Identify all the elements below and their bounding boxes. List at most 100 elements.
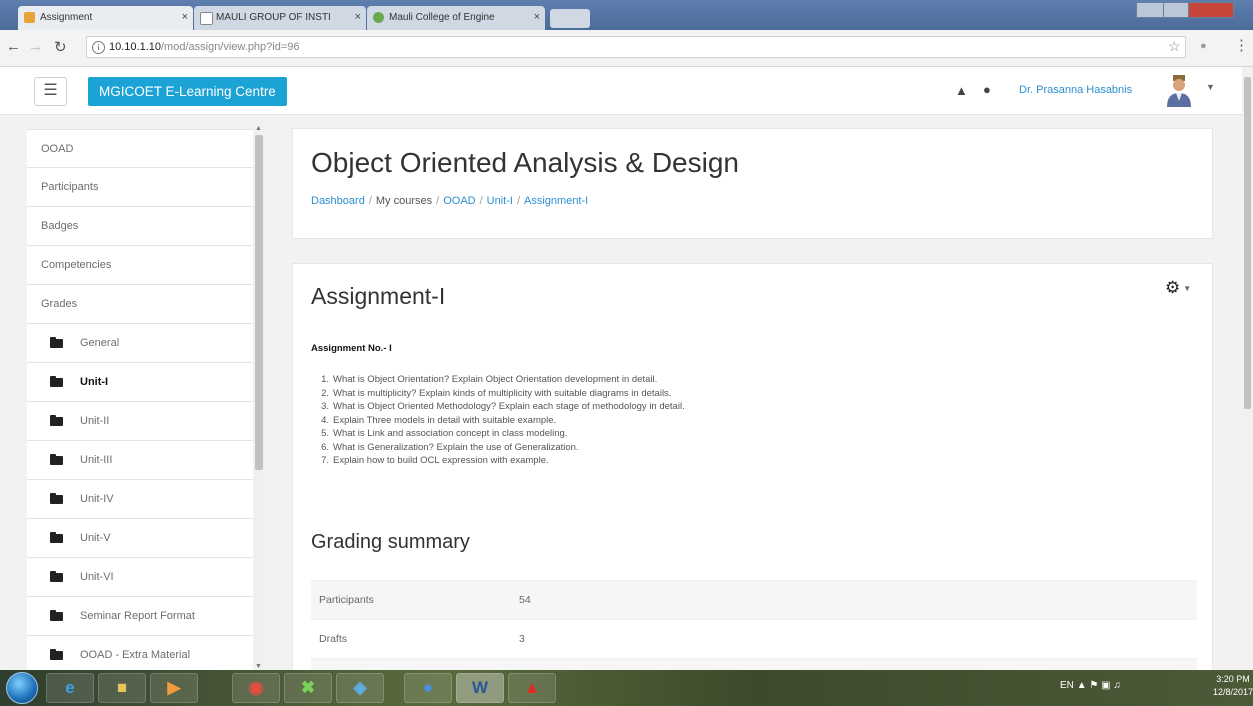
drawer-item-label: General: [80, 337, 120, 349]
table-cell-value: 54: [519, 580, 1197, 620]
drawer-item-unit-ii[interactable]: Unit-II: [27, 402, 260, 441]
user-avatar[interactable]: [1163, 73, 1195, 107]
question-number: 7.: [321, 455, 329, 466]
question-text: What is Object Orientation? Explain Obje…: [333, 374, 658, 385]
start-button[interactable]: [6, 672, 38, 704]
chrome-icon[interactable]: ◉: [232, 673, 280, 703]
new-tab-button[interactable]: [550, 9, 590, 28]
messages-chat-icon[interactable]: ●: [983, 82, 991, 97]
drawer-toggle-button[interactable]: ☰: [34, 77, 67, 106]
drawer-item-seminar-report-format[interactable]: Seminar Report Format: [27, 597, 260, 636]
drawer-item-grades[interactable]: Grades: [27, 285, 260, 324]
site-info-icon[interactable]: i: [92, 41, 105, 54]
word-icon[interactable]: W: [456, 673, 504, 703]
close-tab-icon[interactable]: ×: [355, 11, 361, 23]
internet-explorer-icon[interactable]: e: [46, 673, 94, 703]
drawer-scroll-thumb[interactable]: [255, 135, 263, 470]
drawer-item-participants[interactable]: Participants: [27, 168, 260, 207]
breadcrumb-assignment-i[interactable]: Assignment-I: [524, 195, 588, 207]
folder-icon: [50, 532, 63, 543]
drawer-item-ooad[interactable]: OOAD: [27, 129, 260, 168]
close-window-icon[interactable]: [1188, 2, 1234, 18]
flag-icon[interactable]: ⚑: [1089, 680, 1098, 691]
app-icon[interactable]: ✖: [284, 673, 332, 703]
system-tray: EN ▲ ⚑ ▣ ♫: [1060, 680, 1121, 691]
breadcrumb: Dashboard / My courses / OOAD / Unit-I / Assignm…: [311, 195, 588, 207]
drawer-item-unit-iii[interactable]: Unit-III: [27, 441, 260, 480]
folder-icon: [50, 376, 63, 387]
clock-date: 12/8/2017: [1213, 687, 1253, 697]
system-clock[interactable]: 3:20 PM 12/8/2017: [1213, 673, 1253, 699]
drawer-item-label: Participants: [41, 181, 99, 193]
media-player-icon[interactable]: ▶: [150, 673, 198, 703]
user-menu-caret-icon[interactable]: ▼: [1206, 82, 1215, 92]
drawer-item-label: Unit-V: [80, 532, 111, 544]
maximize-icon[interactable]: [1163, 2, 1189, 18]
network-icon[interactable]: ▣: [1101, 680, 1110, 691]
file-explorer-icon[interactable]: ■: [98, 673, 146, 703]
question-text: Explain Three models in detail with suit…: [333, 414, 557, 426]
folder-icon: [50, 493, 63, 504]
browser-menu-icon[interactable]: ⋮: [1234, 36, 1249, 54]
drawer-item-label: Competencies: [41, 259, 112, 271]
back-arrow-icon[interactable]: ←: [6, 38, 21, 55]
drawer-scrollbar[interactable]: ▲ ▼: [253, 125, 265, 673]
windows-taskbar: e ■ ▶ ◉ ✖ ◈ ● W ▲ EN ▲ ⚑ ▣ ♫ 3:20 PM 12/…: [0, 670, 1253, 706]
chevron-down-icon: ▼: [1183, 284, 1192, 294]
drawer-item-label: Unit-III: [80, 454, 113, 466]
drawer-item-unit-i[interactable]: Unit-I: [27, 363, 260, 402]
table-cell-label: Participants: [311, 580, 519, 620]
drawer-item-unit-v[interactable]: Unit-V: [27, 519, 260, 558]
drawer-item-unit-vi[interactable]: Unit-VI: [27, 558, 260, 597]
site-navbar: ☰ MGICOET E-Learning Centre ▲ ● Dr. Pras…: [0, 67, 1242, 115]
bookmark-star-icon[interactable]: ☆: [1168, 38, 1181, 55]
browser-tab-mauli-college[interactable]: Mauli College of Engine ×: [367, 6, 545, 30]
folder-icon: [50, 454, 63, 465]
extension-icon[interactable]: ●: [1200, 40, 1207, 52]
reload-icon[interactable]: ↻: [54, 38, 67, 56]
site-brand-link[interactable]: MGICOET E-Learning Centre: [88, 77, 287, 106]
page-scroll-thumb[interactable]: [1244, 77, 1251, 409]
actions-menu-button[interactable]: ⚙ ▼: [1165, 278, 1191, 298]
tray-arrow-icon[interactable]: ▲: [1077, 680, 1087, 691]
browser-toolbar: ← → ↻ i 10.10.1.10/mod/assign/view.php?i…: [0, 30, 1253, 67]
breadcrumb-dashboard[interactable]: Dashboard: [311, 195, 365, 207]
forward-arrow-icon[interactable]: →: [28, 38, 43, 55]
scroll-down-icon[interactable]: ▼: [255, 663, 262, 670]
table-row: Participants 54: [311, 580, 1197, 620]
volume-icon[interactable]: ♫: [1113, 680, 1121, 691]
folder-icon: [50, 649, 63, 660]
breadcrumb-ooad[interactable]: OOAD: [443, 195, 475, 207]
drawer-item-label: Badges: [41, 220, 79, 232]
drawer-item-badges[interactable]: Badges: [27, 207, 260, 246]
close-tab-icon[interactable]: ×: [534, 11, 540, 23]
browser-tab-assignment[interactable]: Assignment ×: [18, 6, 193, 30]
drawer-item-label: Unit-II: [80, 415, 110, 427]
drawer-item-label: OOAD: [41, 143, 74, 155]
table-row: Drafts 3: [311, 619, 1197, 659]
drawer-item-general[interactable]: General: [27, 324, 260, 363]
minimize-icon[interactable]: [1136, 2, 1164, 18]
college-favicon-icon: [373, 12, 384, 23]
address-bar[interactable]: i 10.10.1.10/mod/assign/view.php?id=96: [86, 36, 1186, 58]
drawer-item-label: Unit-VI: [80, 571, 114, 583]
drawer-item-competencies[interactable]: Competencies: [27, 246, 260, 285]
notifications-bell-icon[interactable]: ▲: [955, 83, 968, 98]
pdf-reader-icon[interactable]: ▲: [508, 673, 556, 703]
user-menu-name[interactable]: Dr. Prasanna Hasabnis: [1019, 84, 1132, 96]
browser-tab-mauli-group[interactable]: MAULI GROUP OF INSTI ×: [194, 6, 366, 30]
tab-label: Assignment: [40, 12, 93, 23]
breadcrumb-unit-i[interactable]: Unit-I: [487, 195, 513, 207]
table-cell-value: 3: [519, 619, 1197, 659]
browser-icon[interactable]: ●: [404, 673, 452, 703]
url-path: /mod/assign/view.php?id=96: [161, 41, 300, 53]
folder-icon: [50, 571, 63, 582]
moodle-favicon-icon: [24, 12, 35, 23]
page-scrollbar[interactable]: [1242, 67, 1253, 670]
drawer-item-unit-iv[interactable]: Unit-IV: [27, 480, 260, 519]
language-indicator[interactable]: EN: [1060, 680, 1074, 691]
list-item: 4. Explain Three models in detail with su…: [313, 414, 685, 428]
close-tab-icon[interactable]: ×: [182, 11, 188, 23]
scroll-up-icon[interactable]: ▲: [255, 125, 262, 132]
network-app-icon[interactable]: ◈: [336, 673, 384, 703]
